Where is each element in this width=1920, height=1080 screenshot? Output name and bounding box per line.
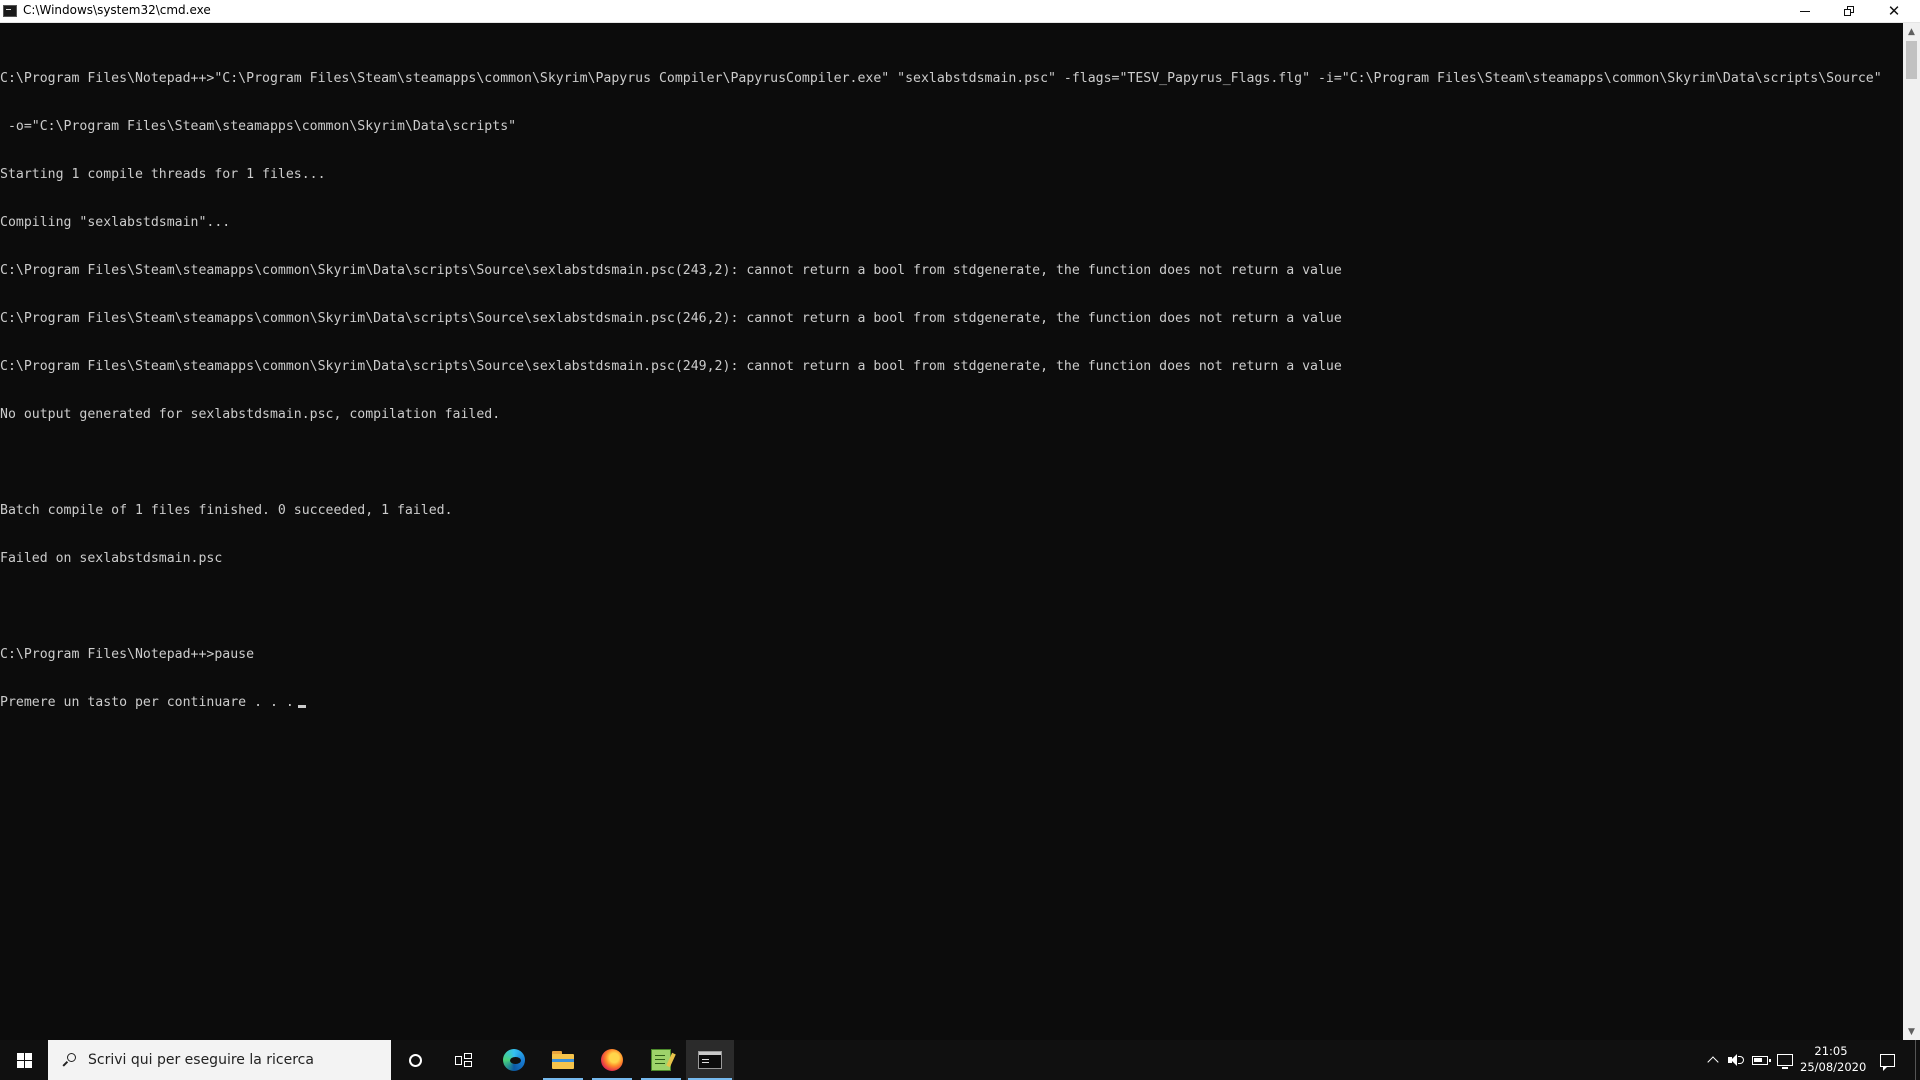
close-icon: ✕ xyxy=(1887,1,1901,20)
taskbar-clock[interactable]: 21:05 25/08/2020 xyxy=(1800,1043,1867,1077)
windows-start-icon xyxy=(16,1052,32,1068)
notification-icon xyxy=(1879,1053,1895,1071)
scroll-down-arrow-icon[interactable]: ▼ xyxy=(1903,1023,1920,1040)
scroll-thumb[interactable] xyxy=(1906,41,1917,79)
battery-icon xyxy=(1752,1055,1771,1065)
firefox-taskbar-button[interactable] xyxy=(588,1040,636,1080)
console-line: C:\Program Files\Steam\steamapps\common\… xyxy=(0,311,1342,326)
console-line: Starting 1 compile threads for 1 files..… xyxy=(0,167,326,182)
firefox-icon xyxy=(601,1049,623,1071)
volume-button[interactable] xyxy=(1725,1040,1747,1080)
task-view-icon xyxy=(454,1053,472,1067)
battery-button[interactable] xyxy=(1749,1040,1771,1080)
console-line: C:\Program Files\Notepad++>"C:\Program F… xyxy=(0,71,1882,86)
task-view-button[interactable] xyxy=(439,1040,487,1080)
network-icon xyxy=(1777,1054,1793,1069)
restore-button[interactable] xyxy=(1826,0,1872,22)
search-icon xyxy=(62,1053,76,1067)
console-line: Batch compile of 1 files finished. 0 suc… xyxy=(0,503,453,518)
console-line: C:\Program Files\Steam\steamapps\common\… xyxy=(0,263,1342,278)
console-line: Compiling "sexlabstdsmain"... xyxy=(0,215,231,230)
show-desktop-button[interactable] xyxy=(1915,1040,1920,1080)
speaker-icon xyxy=(1728,1054,1744,1066)
scroll-up-arrow-icon[interactable]: ▲ xyxy=(1903,23,1920,40)
taskbar: Scrivi qui per eseguire la ricerca 21:05… xyxy=(0,1040,1920,1080)
window-title: C:\Windows\system32\cmd.exe xyxy=(23,3,211,17)
clock-date: 25/08/2020 xyxy=(1800,1060,1867,1074)
console-line: C:\Program Files\Steam\steamapps\common\… xyxy=(0,359,1342,374)
minimize-icon xyxy=(1800,10,1810,12)
console-line: C:\Program Files\Notepad++>pause xyxy=(0,647,255,662)
close-button[interactable]: ✕ xyxy=(1871,0,1917,22)
command-prompt-taskbar-button[interactable] xyxy=(686,1040,734,1080)
show-hidden-icons-button[interactable] xyxy=(1703,1040,1723,1080)
action-center-button[interactable] xyxy=(1872,1040,1902,1080)
vertical-scrollbar[interactable]: ▲ ▼ xyxy=(1903,23,1920,1040)
cortana-button[interactable] xyxy=(391,1040,439,1080)
console-line-text: Premere un tasto per continuare . . . xyxy=(0,695,294,710)
notepad-plus-plus-taskbar-button[interactable] xyxy=(637,1040,685,1080)
console-line: -o="C:\Program Files\Steam\steamapps\com… xyxy=(0,119,517,134)
cmd-window: C:\Windows\system32\cmd.exe ✕ C:\Program… xyxy=(0,0,1920,1040)
cortana-icon xyxy=(408,1053,422,1067)
start-button[interactable] xyxy=(0,1040,48,1080)
search-placeholder: Scrivi qui per eseguire la ricerca xyxy=(88,1052,314,1068)
clock-time: 21:05 xyxy=(1814,1044,1848,1058)
notepad-plus-plus-icon xyxy=(651,1049,671,1071)
network-button[interactable] xyxy=(1774,1040,1796,1080)
edge-taskbar-button[interactable] xyxy=(490,1040,538,1080)
command-prompt-icon xyxy=(698,1051,722,1069)
text-cursor xyxy=(297,705,306,708)
console-prompt-line: Premere un tasto per continuare . . . xyxy=(0,695,1900,711)
taskbar-search-box[interactable]: Scrivi qui per eseguire la ricerca xyxy=(48,1040,391,1080)
chevron-up-icon xyxy=(1707,1056,1719,1068)
title-bar[interactable]: C:\Windows\system32\cmd.exe ✕ xyxy=(0,0,1920,23)
file-explorer-taskbar-button[interactable] xyxy=(539,1040,587,1080)
file-explorer-icon xyxy=(552,1051,574,1069)
minimize-button[interactable] xyxy=(1782,0,1828,22)
console-line: Failed on sexlabstdsmain.psc xyxy=(0,551,223,566)
console-line: No output generated for sexlabstdsmain.p… xyxy=(0,407,501,422)
edge-icon xyxy=(503,1049,525,1071)
console-output[interactable]: C:\Program Files\Notepad++>"C:\Program F… xyxy=(0,39,1900,1039)
restore-icon xyxy=(1844,6,1854,16)
cmd-app-icon[interactable] xyxy=(3,5,17,17)
